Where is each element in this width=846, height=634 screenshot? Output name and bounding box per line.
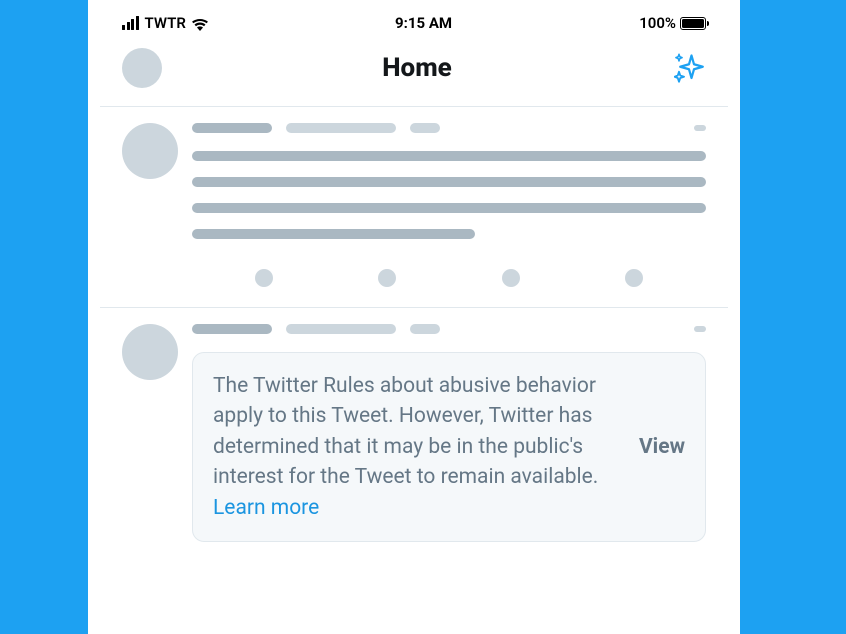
tweet-with-notice[interactable]: The Twitter Rules about abusive behavior… xyxy=(100,308,728,542)
skel-line xyxy=(192,229,475,239)
skel-time xyxy=(410,324,440,334)
learn-more-link[interactable]: Learn more xyxy=(213,496,319,520)
tweet-actions-skeleton xyxy=(192,255,706,289)
status-right: 100% xyxy=(639,14,706,32)
profile-avatar[interactable] xyxy=(122,48,162,88)
tweet-body xyxy=(192,123,706,289)
tweet-avatar[interactable] xyxy=(122,123,178,179)
retweet-icon[interactable] xyxy=(378,269,396,287)
share-icon[interactable] xyxy=(625,269,643,287)
skel-line xyxy=(192,177,706,187)
tweet-header-skeleton xyxy=(192,324,706,334)
skel-time xyxy=(410,123,440,133)
status-time: 9:15 AM xyxy=(395,14,452,32)
like-icon[interactable] xyxy=(502,269,520,287)
reply-icon[interactable] xyxy=(255,269,273,287)
skel-handle xyxy=(286,324,396,334)
tweet-header-skeleton xyxy=(192,123,706,133)
top-tweets-button[interactable] xyxy=(672,51,706,85)
skel-line xyxy=(192,203,706,213)
tweet-body: The Twitter Rules about abusive behavior… xyxy=(192,324,706,542)
battery-pct: 100% xyxy=(639,14,676,32)
phone-frame: TWTR 9:15 AM 100% Home xyxy=(100,0,728,634)
skel-name xyxy=(192,324,272,334)
view-tweet-button[interactable]: View xyxy=(639,435,685,459)
wifi-icon xyxy=(192,17,208,29)
nav-bar: Home xyxy=(100,38,728,107)
cellular-signal-icon xyxy=(122,16,139,30)
page-title: Home xyxy=(382,53,452,83)
battery-icon xyxy=(680,17,706,30)
tweet-text-skeleton xyxy=(192,151,706,239)
status-bar: TWTR 9:15 AM 100% xyxy=(100,0,728,38)
public-interest-notice: The Twitter Rules about abusive behavior… xyxy=(192,352,706,542)
skel-handle xyxy=(286,123,396,133)
tweet-menu-icon[interactable] xyxy=(694,326,706,332)
skel-name xyxy=(192,123,272,133)
notice-message: The Twitter Rules about abusive behavior… xyxy=(213,374,598,489)
tweet-avatar[interactable] xyxy=(122,324,178,380)
carrier-label: TWTR xyxy=(145,14,186,32)
status-left: TWTR xyxy=(122,14,208,32)
tweet-skeleton[interactable] xyxy=(100,107,728,308)
notice-text: The Twitter Rules about abusive behavior… xyxy=(213,371,621,523)
skel-line xyxy=(192,151,706,161)
sparkle-icon xyxy=(674,53,704,83)
tweet-menu-icon[interactable] xyxy=(694,125,706,131)
